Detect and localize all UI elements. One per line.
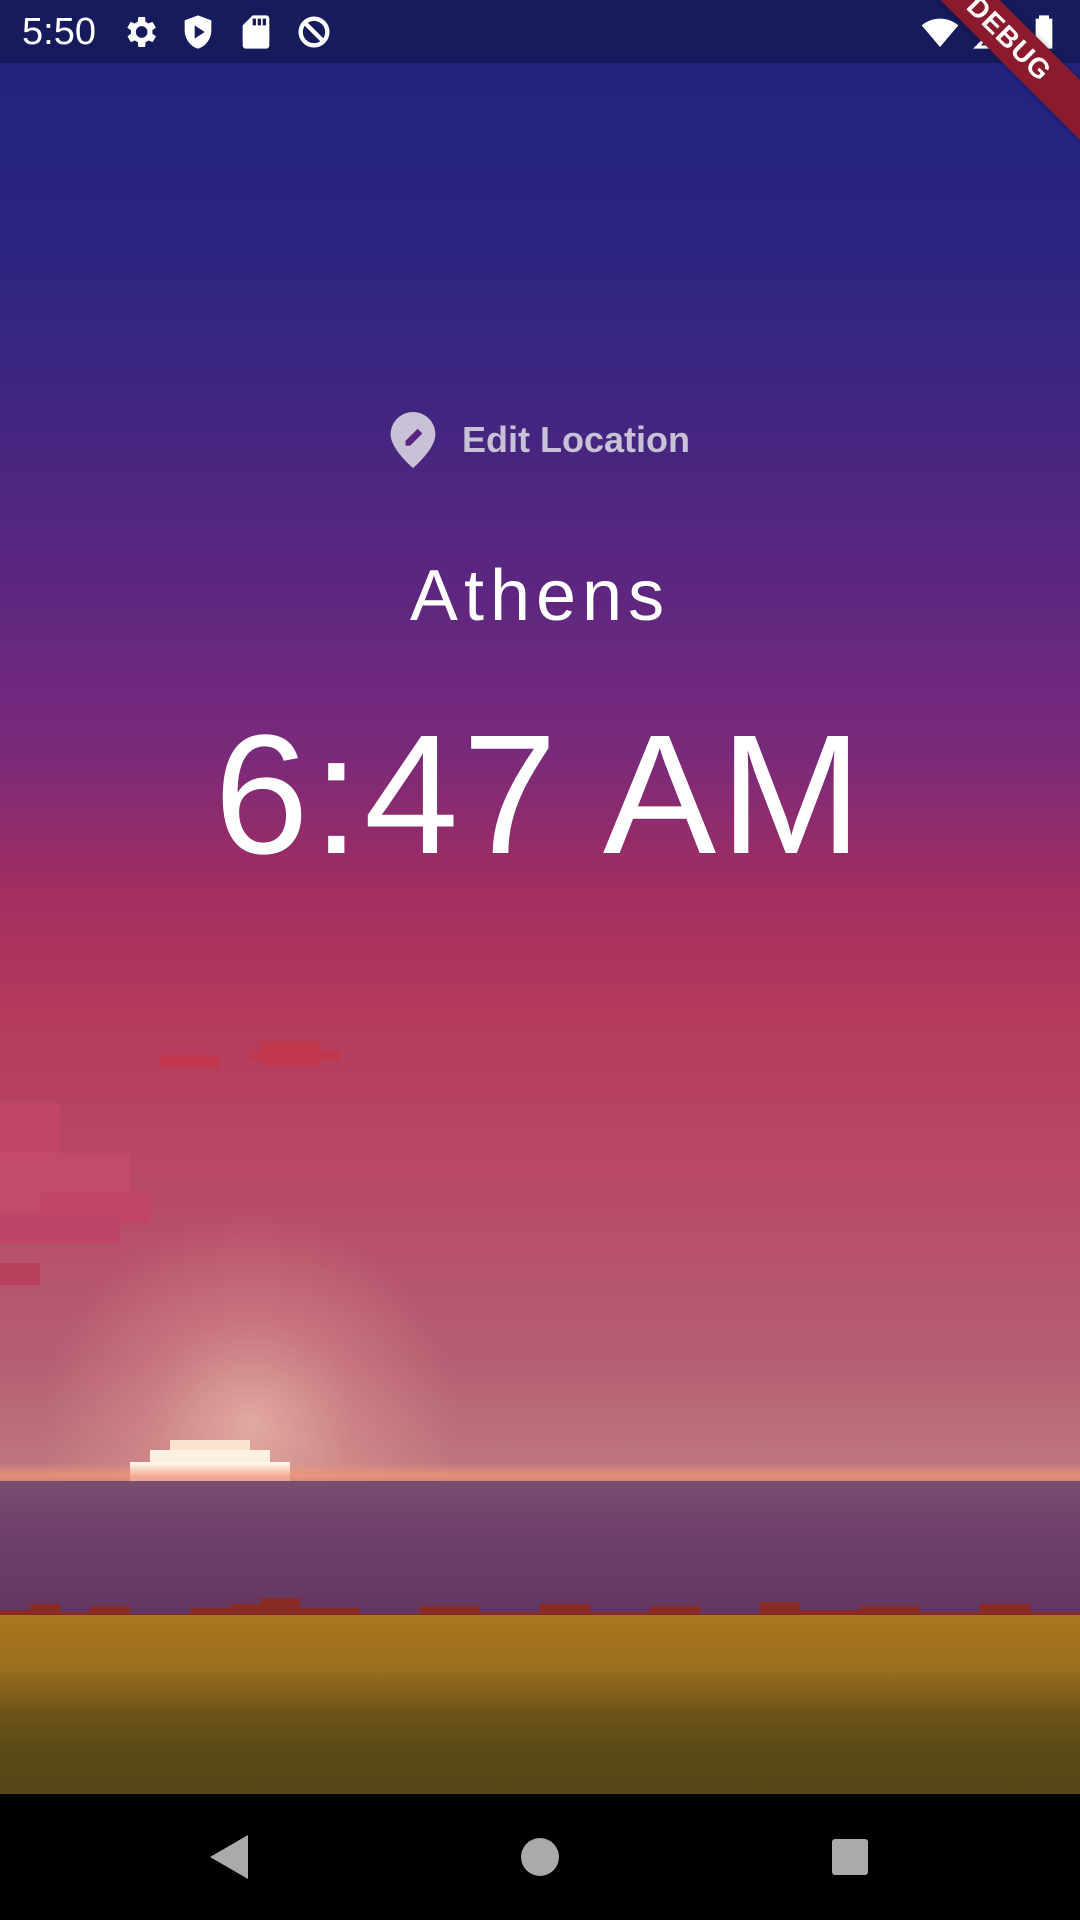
edit-location-label: Edit Location bbox=[462, 419, 690, 460]
status-icons-left bbox=[120, 12, 334, 52]
sd-card-icon bbox=[242, 15, 270, 49]
edit-location-button[interactable]: Edit Location bbox=[390, 410, 690, 470]
navigation-bar bbox=[0, 1794, 1080, 1920]
edit-location-icon bbox=[390, 412, 436, 468]
sunrise-scene bbox=[0, 63, 1080, 1794]
back-button[interactable] bbox=[200, 1827, 260, 1887]
data-saver-icon bbox=[298, 16, 330, 48]
recents-button[interactable] bbox=[820, 1827, 880, 1887]
grass-field bbox=[0, 1615, 1080, 1794]
shield-play-icon bbox=[184, 15, 212, 49]
settings-icon bbox=[127, 17, 156, 47]
cloud bbox=[0, 1103, 150, 1285]
city-name: Athens bbox=[409, 556, 671, 636]
status-bar: 5:50 bbox=[0, 0, 1080, 63]
status-time: 5:50 bbox=[22, 11, 96, 53]
wifi-icon bbox=[921, 18, 959, 47]
home-button[interactable] bbox=[510, 1827, 570, 1887]
clock-time: 6:47 AM bbox=[214, 700, 866, 890]
cloud bbox=[160, 1041, 340, 1069]
